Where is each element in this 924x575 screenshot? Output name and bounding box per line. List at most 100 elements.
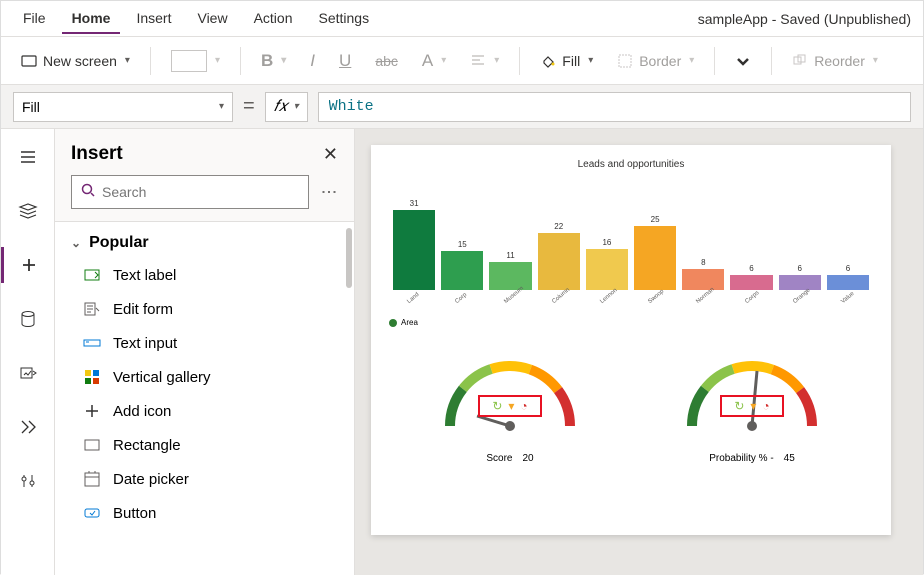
- font-color-button[interactable]: A▾: [414, 47, 454, 75]
- app-title: sampleApp - Saved (Unpublished): [698, 11, 911, 27]
- menu-home[interactable]: Home: [62, 4, 121, 34]
- gauge-score: ↻ ▾ ◔ Score 20: [425, 351, 595, 464]
- bar-value: 15: [458, 240, 467, 249]
- rail-tree-view[interactable]: [10, 193, 46, 229]
- fx-button[interactable]: 𝑓𝑥 ▾: [265, 92, 308, 122]
- bar: [393, 210, 435, 290]
- screen-icon: [21, 53, 37, 69]
- reorder-button[interactable]: Reorder ▾: [784, 49, 886, 73]
- rail-media[interactable]: [10, 355, 46, 391]
- bar: [779, 275, 821, 290]
- insert-item-date-picker[interactable]: Date picker: [55, 462, 354, 496]
- new-screen-button[interactable]: New screen ▾: [13, 49, 138, 73]
- chart-icon: ◔: [762, 399, 769, 413]
- new-screen-label: New screen: [43, 53, 117, 69]
- insert-item-text-input[interactable]: Text input: [55, 326, 354, 360]
- bar-value: 25: [651, 215, 660, 224]
- vertical-gallery-icon: [83, 368, 101, 386]
- search-box[interactable]: [71, 175, 309, 209]
- theme-color-button[interactable]: ▾: [163, 46, 228, 76]
- rail-data[interactable]: [10, 301, 46, 337]
- bar: [634, 226, 676, 290]
- reorder-icon: [792, 53, 808, 69]
- bar-column: 22Column: [538, 222, 580, 300]
- close-icon[interactable]: ✕: [323, 144, 338, 165]
- insert-item-add-icon[interactable]: Add icon: [55, 394, 354, 428]
- scrollbar-thumb[interactable]: [346, 228, 352, 288]
- bar-category-label: Orange: [792, 288, 811, 305]
- fill-button[interactable]: Fill ▾: [532, 49, 601, 73]
- bar-value: 6: [846, 264, 850, 273]
- expand-collapse-button[interactable]: [727, 49, 759, 73]
- underline-button[interactable]: U: [331, 47, 359, 75]
- menu-view[interactable]: View: [187, 4, 237, 34]
- bold-button[interactable]: B▾: [253, 47, 294, 75]
- insert-item-label: Rectangle: [113, 437, 181, 454]
- formula-input[interactable]: [318, 92, 911, 122]
- insert-item-vertical-gallery[interactable]: Vertical gallery: [55, 360, 354, 394]
- bar-column: 11Museum: [489, 251, 531, 300]
- italic-button[interactable]: I: [302, 47, 323, 75]
- insert-item-rectangle[interactable]: Rectangle: [55, 428, 354, 462]
- gauge-caption: Score 20: [486, 453, 533, 464]
- refresh-icon: ↻: [734, 399, 744, 413]
- bar-column: 16Lennon: [586, 238, 628, 300]
- bar-category-label: Swoop: [647, 288, 666, 305]
- insert-item-label: Text label: [113, 267, 176, 284]
- insert-item-label: Date picker: [113, 471, 189, 488]
- more-options-icon[interactable]: ⋮: [319, 184, 338, 201]
- gauge-highlight-box: ↻ ▾ ◔: [478, 395, 542, 417]
- chevron-down-icon: ▾: [294, 101, 299, 112]
- bar: [441, 251, 483, 290]
- rail-insert[interactable]: [1, 247, 54, 283]
- search-input[interactable]: [102, 184, 300, 200]
- insert-item-text-label[interactable]: Text label: [55, 258, 354, 292]
- bar-column: 8Norman: [682, 258, 724, 300]
- chevron-down-icon: ⌄: [71, 236, 81, 250]
- filter-icon: ▾: [508, 399, 514, 413]
- menu-file[interactable]: File: [13, 4, 56, 34]
- menubar: File Home Insert View Action Settings sa…: [1, 1, 923, 37]
- app-canvas[interactable]: Leads and opportunities 31Land15Corp11Mu…: [371, 145, 891, 535]
- chevron-down-icon: ▾: [215, 55, 220, 66]
- gauges-row: ↻ ▾ ◔ Score 20: [389, 351, 873, 464]
- menu-action[interactable]: Action: [244, 4, 303, 34]
- strike-button[interactable]: abc: [367, 49, 406, 73]
- bar: [730, 275, 772, 290]
- property-select[interactable]: Fill ▾: [13, 92, 233, 122]
- bar-category-label: Lennon: [599, 288, 618, 305]
- gauge-arc-icon: [677, 351, 827, 431]
- insert-item-button[interactable]: Button: [55, 496, 354, 530]
- gauge-highlight-box: ↻ ▾ ◔: [720, 395, 784, 417]
- border-button[interactable]: Border ▾: [609, 49, 702, 73]
- divider: [150, 47, 151, 75]
- reorder-label: Reorder: [814, 53, 865, 69]
- text-input-icon: [83, 334, 101, 352]
- menu-insert[interactable]: Insert: [126, 4, 181, 34]
- menubar-items: File Home Insert View Action Settings: [13, 4, 379, 34]
- align-button[interactable]: ▾: [462, 49, 507, 73]
- align-icon: [470, 53, 486, 69]
- insert-item-label: Add icon: [113, 403, 171, 420]
- chevron-down-icon: ▾: [441, 55, 446, 66]
- category-header-popular[interactable]: ⌄ Popular: [55, 222, 354, 258]
- chevron-down-icon: ▾: [125, 55, 130, 66]
- gauge-value: 45: [784, 453, 795, 464]
- rail-settings[interactable]: [10, 463, 46, 499]
- insert-item-edit-form[interactable]: Edit form: [55, 292, 354, 326]
- fill-label: Fill: [562, 53, 580, 69]
- bar-value: 31: [410, 199, 419, 208]
- bar-value: 11: [506, 251, 514, 260]
- search-icon: [80, 182, 96, 203]
- rail-hamburger[interactable]: [10, 139, 46, 175]
- menu-settings[interactable]: Settings: [309, 4, 380, 34]
- bar-column: 15Corp: [441, 240, 483, 300]
- chevron-down-icon: ▾: [873, 55, 878, 66]
- rail-advanced[interactable]: [10, 409, 46, 445]
- bar-chart: 31Land15Corp11Museum22Column16Lennon25Sw…: [389, 180, 873, 300]
- paint-bucket-icon: [540, 53, 556, 69]
- fx-label: 𝑓𝑥: [274, 98, 288, 116]
- color-swatch: [171, 50, 207, 72]
- legend-dot-icon: [389, 319, 397, 327]
- date-picker-icon: [83, 470, 101, 488]
